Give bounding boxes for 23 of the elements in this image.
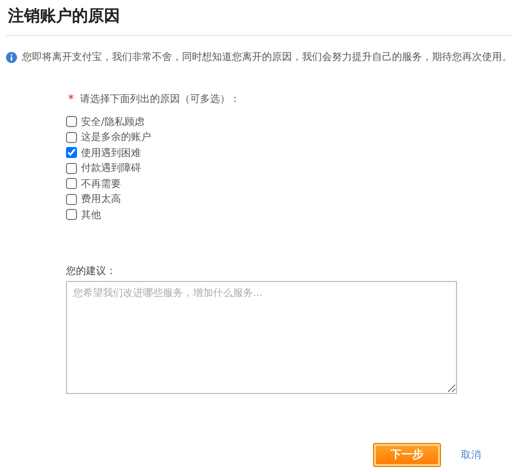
reason-label: 安全/隐私顾虑 [81,116,144,129]
checkbox[interactable] [66,162,77,174]
checkbox[interactable] [66,116,77,128]
cancel-link[interactable]: 取消 [461,448,481,462]
checkbox[interactable] [66,147,77,158]
next-button[interactable]: 下一步 [373,442,441,466]
reason-label: 这是多余的账户 [81,130,151,144]
checkbox[interactable] [66,209,77,220]
reason-label: 费用太高 [81,192,121,206]
reason-label: 其他 [81,208,101,222]
notice-text: 您即将离开支付宝，我们非常不舍，同时想知道您离开的原因，我们会努力提升自己的服务，期待您再次使用。 [22,50,512,64]
reason-label: 不再需要 [81,178,121,191]
required-mark: * [68,92,74,106]
reason-label: 使用遇到困难 [81,146,141,160]
suggestion-label: 您的建议： [66,264,117,278]
checkbox[interactable] [66,178,77,190]
suggestion-field[interactable]: 您希望我们改进哪些服务，增加什么服务... [66,280,457,394]
reason-label: 付款遇到障碍 [81,162,141,176]
checkbox[interactable] [66,194,77,205]
checkbox[interactable] [66,132,77,143]
info-icon [6,52,17,62]
reasons-prompt: 请选择下面列出的原因（可多选）： [80,92,240,106]
page-title: 注销账户的原因 [8,6,121,27]
